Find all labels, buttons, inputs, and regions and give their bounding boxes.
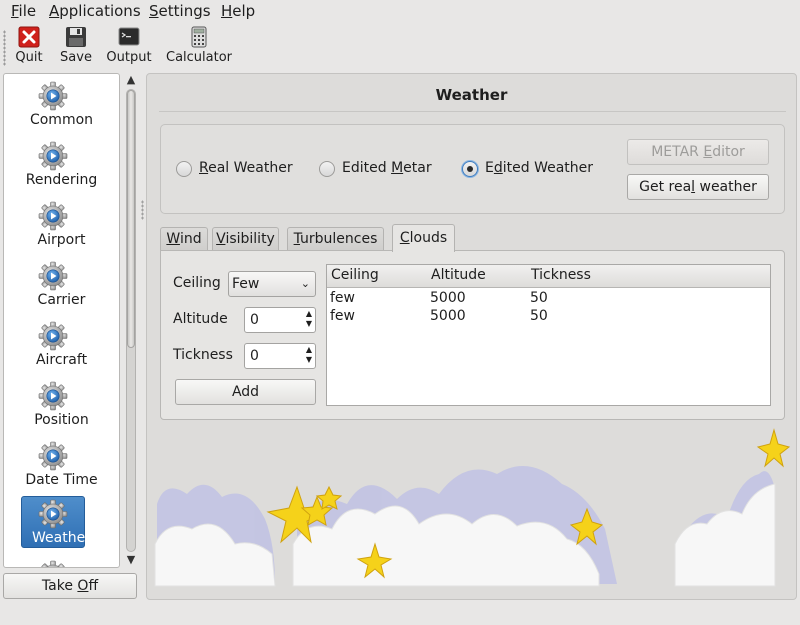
spin-arrows-icon[interactable]: ▲ ▼ (306, 309, 312, 329)
tab-visibility[interactable]: Visibility (212, 227, 279, 251)
nav-label: Common (29, 112, 94, 128)
scroll-down-icon[interactable]: ▼ (122, 553, 140, 567)
tab-wind[interactable]: Wind (160, 227, 208, 251)
ceiling-label: Ceiling (173, 275, 221, 291)
output-button[interactable]: Output (106, 26, 152, 65)
gear-icon (38, 499, 68, 529)
column-header-ceiling[interactable]: Ceiling (331, 267, 379, 283)
nav-label: Rendering (25, 172, 98, 188)
nav-label: Aircraft (35, 352, 88, 368)
get-real-weather-button[interactable]: Get real weather (627, 174, 769, 200)
ceiling-select[interactable]: Few ⌄ (228, 271, 316, 297)
radio-indicator[interactable] (176, 161, 192, 177)
altitude-label: Altitude (173, 311, 228, 327)
terminal-icon (118, 27, 140, 46)
nav-item-aircraft[interactable]: Aircraft (4, 317, 119, 375)
nav-label: Airport (37, 232, 86, 248)
output-label: Output (106, 50, 152, 65)
ceiling-value: Few (232, 276, 260, 292)
title-divider (159, 111, 786, 112)
radio-label: Edited Metar (342, 160, 432, 176)
metar-editor-button[interactable]: METAR Editor (627, 139, 769, 165)
nav-label: Carrier (37, 292, 86, 308)
gear-icon (38, 81, 68, 111)
radio-indicator-checked[interactable] (462, 161, 478, 177)
column-header-altitude[interactable]: Altitude (431, 267, 486, 283)
radio-indicator[interactable] (319, 161, 335, 177)
nav-item-position[interactable]: Position (4, 377, 119, 435)
nav-item-airport[interactable]: Airport (4, 197, 119, 255)
cell-altitude: 5000 (430, 290, 466, 306)
weather-source-group: Real Weather Edited Metar Edited Weather… (160, 124, 785, 214)
tab-clouds[interactable]: Clouds (392, 224, 455, 252)
nav-item-rendering[interactable]: Rendering (4, 137, 119, 195)
radio-label: Edited Weather (485, 160, 594, 176)
menu-applications[interactable]: Applications (49, 2, 141, 20)
cell-tickness: 50 (530, 290, 548, 306)
gear-icon (38, 560, 68, 568)
save-label: Save (60, 50, 92, 65)
menu-file[interactable]: File (11, 2, 36, 20)
tickness-spinbox[interactable]: 0 ▲ ▼ (244, 343, 316, 369)
quit-label: Quit (15, 50, 43, 65)
menu-settings[interactable]: Settings (149, 2, 211, 20)
category-list: Common Rendering Airport Carrier Aircraf… (3, 73, 120, 568)
spin-arrows-icon[interactable]: ▲ ▼ (306, 345, 312, 365)
gear-icon (38, 201, 68, 231)
nav-label: Date Time (25, 472, 98, 488)
save-icon (66, 27, 86, 47)
menu-help[interactable]: Help (221, 2, 255, 20)
tickness-value: 0 (250, 348, 259, 364)
calculator-icon (191, 26, 207, 48)
save-button[interactable]: Save (59, 26, 93, 65)
cell-altitude: 5000 (430, 308, 466, 324)
nav-label: Weather (32, 530, 91, 546)
quit-icon (18, 26, 40, 48)
gear-icon (38, 261, 68, 291)
add-button[interactable]: Add (175, 379, 316, 405)
tab-turbulences[interactable]: Turbulences (287, 227, 384, 251)
clouds-table[interactable]: Ceiling Altitude Tickness few 5000 50 fe… (326, 264, 771, 406)
gear-icon (38, 141, 68, 171)
weather-panel: Weather Real Weather Edited Metar Edited… (146, 73, 797, 600)
scroll-up-icon[interactable]: ▲ (122, 73, 140, 87)
cell-tickness: 50 (530, 308, 548, 324)
gear-icon (38, 441, 68, 471)
tickness-label: Tickness (173, 347, 233, 363)
toolbar-grip[interactable] (3, 30, 6, 66)
page-title: Weather (435, 86, 508, 104)
altitude-value: 0 (250, 312, 259, 328)
table-header: Ceiling Altitude Tickness (327, 265, 770, 288)
nav-item-date-time[interactable]: Date Time (4, 437, 119, 495)
quit-button[interactable]: Quit (14, 26, 44, 65)
scroll-thumb[interactable] (127, 90, 135, 348)
scroll-track[interactable] (126, 89, 136, 552)
cell-ceiling: few (330, 290, 355, 306)
category-scrollbar[interactable]: ▲ ▼ (122, 73, 140, 568)
nav-label: Position (34, 412, 89, 428)
nav-item-carrier[interactable]: Carrier (4, 257, 119, 315)
calculator-label: Calculator (166, 50, 233, 65)
gear-icon (38, 381, 68, 411)
calculator-button[interactable]: Calculator (166, 26, 232, 65)
altitude-spinbox[interactable]: 0 ▲ ▼ (244, 307, 316, 333)
cell-ceiling: few (330, 308, 355, 324)
clouds-tab-pane: Ceiling Few ⌄ Altitude 0 ▲ ▼ Tickness 0 ▲… (160, 250, 785, 420)
splitter-handle[interactable] (141, 200, 144, 220)
toolbar: Quit Save Output Calculator (0, 22, 800, 70)
nav-item-common[interactable]: Common (4, 77, 119, 135)
take-off-button[interactable]: Take Off (3, 573, 137, 599)
chevron-down-icon: ⌄ (300, 277, 310, 290)
menu-bar: File Applications Settings Help (0, 0, 800, 22)
nav-item-partial[interactable] (4, 556, 119, 568)
column-header-tickness[interactable]: Tickness (531, 267, 591, 283)
gear-icon (38, 321, 68, 351)
nav-item-weather[interactable]: Weather (4, 496, 119, 554)
radio-label: Real Weather (199, 160, 293, 176)
